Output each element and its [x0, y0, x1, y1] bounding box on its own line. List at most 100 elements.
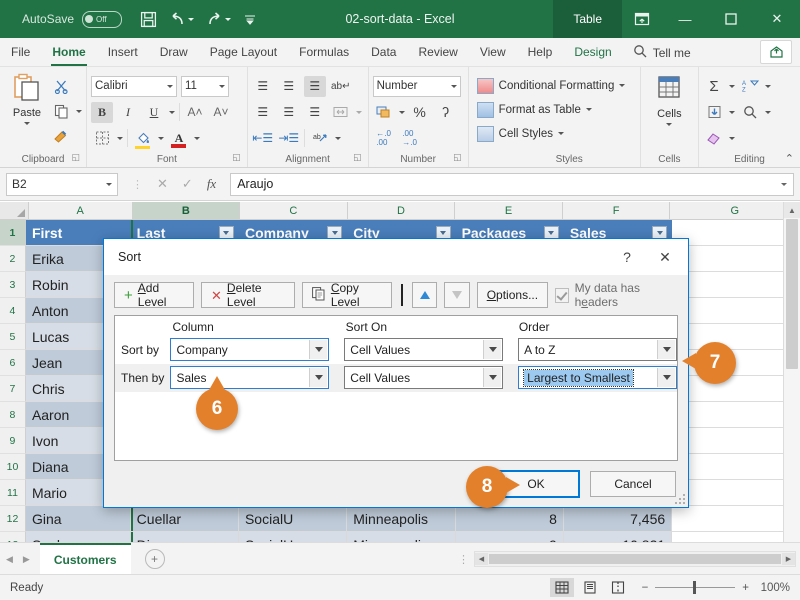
decrease-decimal-icon[interactable]: .00 →.0	[399, 128, 421, 149]
align-middle-icon[interactable]: ☰	[278, 76, 300, 97]
row-header-5[interactable]: 5	[0, 324, 26, 350]
number-dialog-launcher[interactable]: ◱	[453, 150, 462, 165]
scroll-left-button[interactable]: ◀	[475, 553, 488, 565]
column-header-g[interactable]: G	[670, 202, 800, 219]
row-header-3[interactable]: 3	[0, 272, 26, 298]
sort-and-filter-icon[interactable]: AZ	[739, 76, 761, 97]
row-header-11[interactable]: 11	[0, 480, 26, 506]
cell-styles-dropdown-icon[interactable]	[557, 132, 564, 135]
merge-dropdown-icon[interactable]	[355, 110, 362, 114]
redo-dropdown-icon[interactable]	[225, 17, 232, 21]
font-color-dropdown-icon[interactable]	[194, 136, 200, 140]
cell-g3[interactable]	[672, 272, 800, 298]
redo-icon[interactable]	[206, 11, 232, 27]
tab-help[interactable]: Help	[517, 39, 564, 66]
find-dropdown-icon[interactable]	[765, 110, 772, 114]
cancel-entry-icon[interactable]: ✕	[157, 176, 168, 192]
cell-g9[interactable]	[672, 428, 800, 454]
fill-icon[interactable]	[703, 102, 725, 123]
tab-file[interactable]: File	[0, 39, 41, 66]
page-layout-view-icon[interactable]	[578, 578, 602, 597]
font-name-input[interactable]: Calibri	[91, 75, 177, 97]
copy-level-button[interactable]: Copy Level	[301, 281, 393, 309]
fill-color-icon[interactable]	[132, 128, 154, 149]
underline-button[interactable]: U	[143, 102, 165, 123]
column-header-c[interactable]: C	[240, 202, 348, 219]
then-by-order-select[interactable]: Largest to Smallest	[518, 366, 677, 389]
checkbox-icon[interactable]	[555, 287, 569, 303]
cell-d12[interactable]: Minneapolis	[347, 506, 456, 532]
row-header-4[interactable]: 4	[0, 298, 26, 324]
font-name-dropdown-icon[interactable]	[167, 84, 173, 88]
bold-button[interactable]: B	[91, 101, 113, 123]
collapse-ribbon-icon[interactable]: ⌃	[785, 152, 794, 165]
formula-input[interactable]: Araujo	[230, 172, 794, 196]
cells-dropdown-icon[interactable]	[666, 123, 673, 126]
my-data-has-headers-checkbox[interactable]: My data has headers	[555, 281, 678, 309]
tab-home[interactable]: Home	[41, 39, 96, 66]
cell-g12[interactable]	[672, 506, 800, 532]
table-row[interactable]: 12 Gina Cuellar SocialU Minneapolis 8 7,…	[0, 506, 800, 532]
contextual-tab-table[interactable]: Table	[553, 0, 622, 38]
scissors-icon[interactable]	[50, 76, 72, 97]
name-box[interactable]: B2	[6, 172, 118, 196]
chevron-down-icon[interactable]	[657, 368, 676, 387]
zoom-out-button[interactable]: −	[642, 582, 649, 594]
cell-g5[interactable]	[672, 324, 800, 350]
orientation-icon[interactable]: ab	[309, 128, 331, 149]
cell-a12[interactable]: Gina	[25, 506, 131, 532]
number-format-dropdown-icon[interactable]	[450, 84, 457, 88]
conditional-formatting-dropdown-icon[interactable]	[619, 84, 626, 87]
align-center-icon[interactable]: ☰	[278, 102, 300, 123]
row-header-12[interactable]: 12	[0, 506, 26, 532]
chevron-down-icon[interactable]	[483, 368, 502, 387]
fill-color-dropdown-icon[interactable]	[158, 136, 164, 140]
cells-button[interactable]: Cells	[646, 73, 692, 126]
cell-c12[interactable]: SocialU	[238, 506, 348, 532]
minimize-button[interactable]: —	[662, 0, 708, 38]
font-color-icon[interactable]: A	[168, 128, 190, 149]
row-header-2[interactable]: 2	[0, 246, 26, 272]
cell-styles-button[interactable]: Cell Styles	[476, 123, 626, 144]
cell-b12[interactable]: Cuellar	[130, 506, 239, 532]
accounting-dropdown-icon[interactable]	[398, 110, 405, 114]
zoom-slider-thumb[interactable]	[693, 581, 697, 594]
autosave-toggle[interactable]: Off	[82, 10, 123, 28]
find-and-select-icon[interactable]	[739, 102, 761, 123]
tab-data[interactable]: Data	[360, 39, 407, 66]
zoom-control[interactable]: − + 100%	[642, 581, 790, 594]
confirm-entry-icon[interactable]: ✓	[182, 176, 193, 192]
row-header-1[interactable]: 1	[0, 220, 26, 246]
cell-f12[interactable]: 7,456	[563, 506, 673, 532]
conditional-formatting-button[interactable]: Conditional Formatting	[476, 75, 626, 96]
customize-quick-access-icon[interactable]	[243, 13, 257, 26]
format-as-table-button[interactable]: Format as Table	[476, 99, 626, 120]
cell-e12[interactable]: 8	[455, 506, 564, 532]
sort-filter-dropdown-icon[interactable]	[765, 84, 772, 88]
expand-formula-bar-icon[interactable]	[781, 182, 787, 186]
increase-decimal-icon[interactable]: ←.0.00	[373, 128, 395, 149]
share-icon[interactable]	[760, 40, 792, 64]
merge-and-center-icon[interactable]	[330, 102, 352, 123]
underline-dropdown-icon[interactable]	[169, 110, 175, 114]
cell-g11[interactable]	[672, 480, 800, 506]
zoom-slider[interactable]	[655, 581, 736, 594]
align-bottom-icon[interactable]: ☰	[303, 75, 326, 97]
paste-button[interactable]: Paste	[4, 73, 50, 125]
orientation-dropdown-icon[interactable]	[334, 136, 341, 140]
paste-dropdown-icon[interactable]	[24, 122, 30, 125]
borders-icon[interactable]	[91, 128, 113, 149]
increase-indent-icon[interactable]: ⇥☰	[278, 128, 300, 149]
clear-dropdown-icon[interactable]	[729, 136, 736, 140]
font-size-dropdown-icon[interactable]	[219, 84, 225, 88]
row-header-8[interactable]: 8	[0, 402, 26, 428]
tab-view[interactable]: View	[469, 39, 517, 66]
page-break-preview-icon[interactable]	[606, 578, 630, 597]
font-size-input[interactable]: 11	[181, 75, 229, 97]
font-dialog-launcher[interactable]: ◱	[232, 150, 241, 165]
normal-view-icon[interactable]	[549, 578, 574, 597]
chevron-down-icon[interactable]	[657, 340, 676, 359]
row-header-9[interactable]: 9	[0, 428, 26, 454]
then-by-sorton-select[interactable]: Cell Values	[344, 366, 504, 389]
move-down-icon[interactable]	[444, 282, 470, 308]
